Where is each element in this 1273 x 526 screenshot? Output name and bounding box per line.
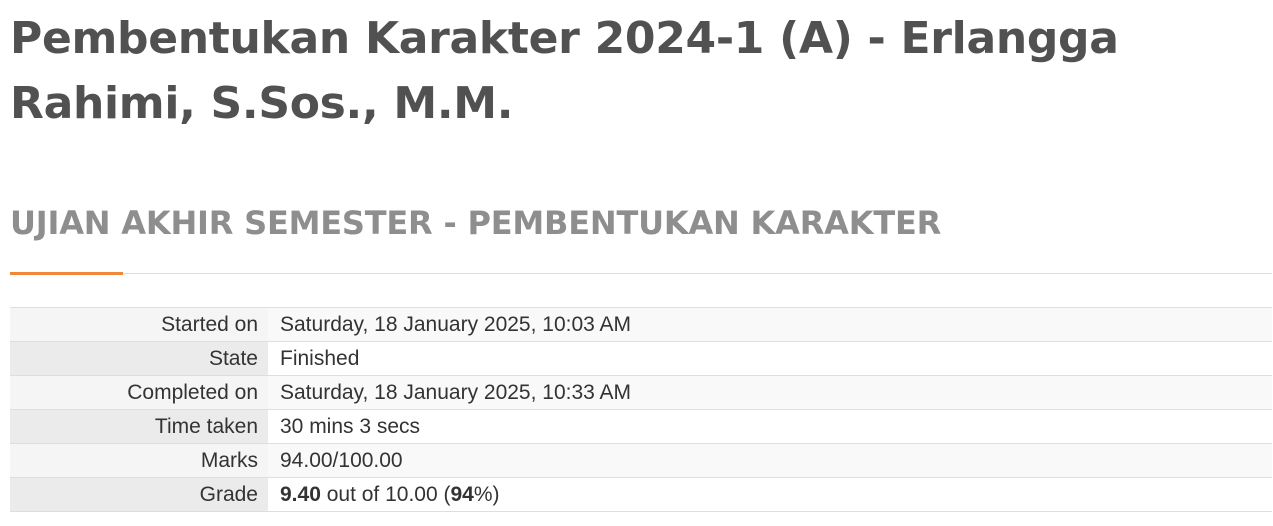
summary-row-completed-on: Completed on Saturday, 18 January 2025, … xyxy=(10,375,1272,410)
summary-row-state: State Finished xyxy=(10,341,1272,376)
grade-percent: 94 xyxy=(450,482,474,506)
time-taken-value: 30 mins 3 secs xyxy=(268,409,1272,444)
state-value: Finished xyxy=(268,341,1272,376)
grade-out-of: out of 10.00 xyxy=(326,482,438,506)
time-taken-label: Time taken xyxy=(10,409,268,444)
section-divider-accent xyxy=(10,272,123,275)
quiz-title: UJIAN AKHIR SEMESTER - PEMBENTUKAN KARAK… xyxy=(10,204,942,242)
section-divider xyxy=(10,273,1272,274)
grade-score: 9.40 xyxy=(280,482,321,506)
marks-label: Marks xyxy=(10,443,268,478)
started-on-value: Saturday, 18 January 2025, 10:03 AM xyxy=(268,307,1272,342)
summary-row-marks: Marks 94.00/100.00 xyxy=(10,443,1272,478)
summary-row-grade: Grade 9.40 out of 10.00 (94%) xyxy=(10,477,1272,512)
marks-value: 94.00/100.00 xyxy=(268,443,1272,478)
completed-on-label: Completed on xyxy=(10,375,268,410)
state-label: State xyxy=(10,341,268,376)
summary-row-time-taken: Time taken 30 mins 3 secs xyxy=(10,409,1272,444)
grade-value: 9.40 out of 10.00 (94%) xyxy=(268,477,1272,512)
quiz-attempt-summary-table: Started on Saturday, 18 January 2025, 10… xyxy=(10,307,1272,512)
summary-row-started-on: Started on Saturday, 18 January 2025, 10… xyxy=(10,307,1272,342)
started-on-label: Started on xyxy=(10,307,268,342)
course-title: Pembentukan Karakter 2024-1 (A) - Erlang… xyxy=(10,13,1119,129)
completed-on-value: Saturday, 18 January 2025, 10:33 AM xyxy=(268,375,1272,410)
grade-label: Grade xyxy=(10,477,268,512)
